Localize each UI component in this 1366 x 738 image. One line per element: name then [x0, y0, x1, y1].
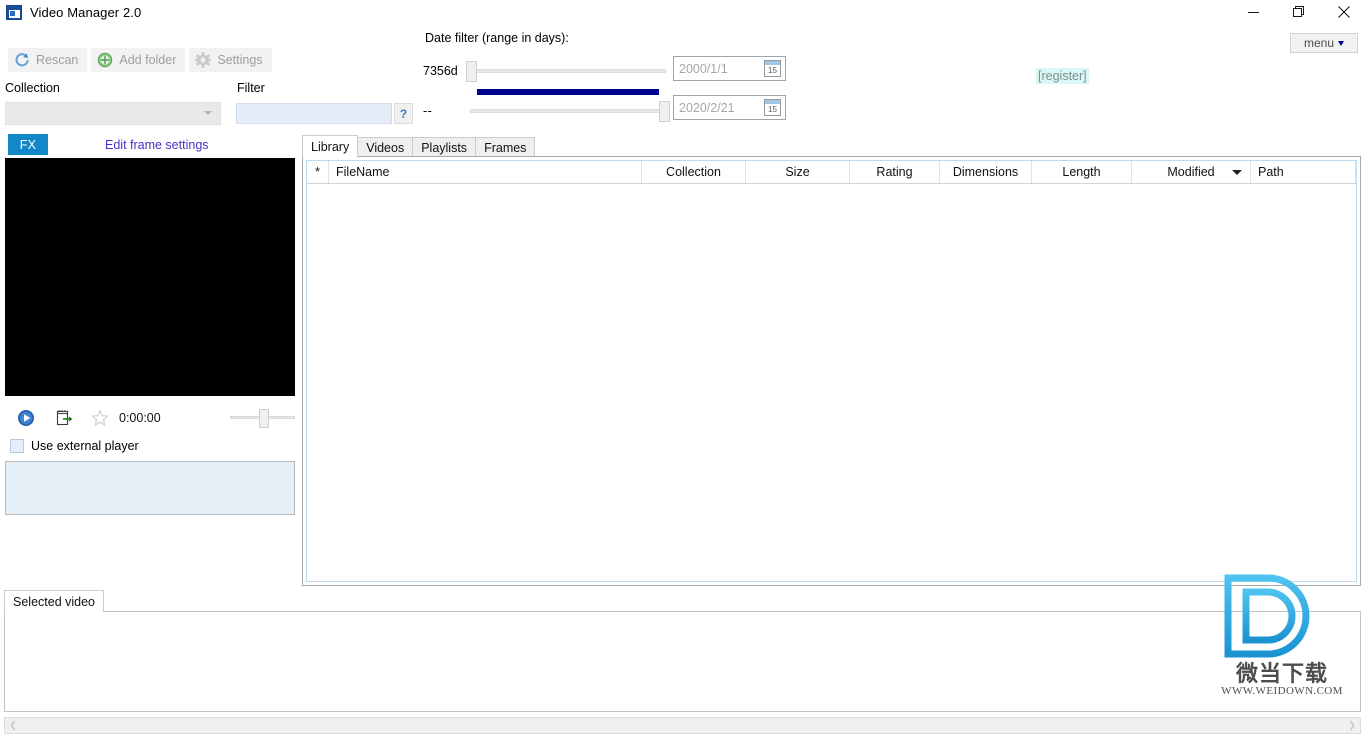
close-icon[interactable]: [1321, 0, 1366, 24]
date-to-slider-track[interactable]: [470, 109, 666, 113]
minimize-icon[interactable]: [1231, 0, 1276, 24]
rescan-button[interactable]: Rescan: [8, 48, 88, 72]
grid-column-header-collection[interactable]: Collection: [642, 161, 746, 183]
horizontal-scrollbar[interactable]: ❮ ❯: [4, 717, 1361, 734]
date-to-picker[interactable]: 2020/2/21 15: [673, 95, 786, 120]
volume-slider-thumb[interactable]: [259, 409, 269, 428]
refresh-icon: [15, 53, 29, 67]
grid-column-label: Length: [1062, 165, 1101, 179]
grid-column-label: Size: [785, 165, 810, 179]
date-to-slider-thumb[interactable]: [659, 101, 670, 122]
calendar-icon[interactable]: 15: [764, 99, 781, 116]
grid-column-header-modified[interactable]: Modified: [1132, 161, 1251, 183]
edit-frame-settings-link[interactable]: Edit frame settings: [105, 138, 209, 152]
grid-body[interactable]: [307, 184, 1356, 581]
rescan-label: Rescan: [36, 53, 79, 67]
chevron-down-icon: [1338, 40, 1345, 46]
grid-column-label: Collection: [666, 165, 721, 179]
grid-column-label: FileName: [336, 165, 390, 179]
grid-column-label: Dimensions: [952, 165, 1019, 179]
grid-column-header-size[interactable]: Size: [746, 161, 850, 183]
filter-label: Filter: [237, 81, 265, 95]
grid-column-label: Modified: [1167, 165, 1215, 179]
video-info-panel: [5, 461, 295, 515]
date-from-value: 2000/1/1: [679, 61, 728, 76]
chevron-left-icon[interactable]: ❮: [5, 721, 21, 730]
date-filter-title: Date filter (range in days):: [425, 31, 569, 45]
export-icon[interactable]: [55, 409, 73, 427]
menu-label: menu: [1303, 36, 1335, 50]
filter-help-button[interactable]: ?: [394, 103, 413, 124]
calendar-icon[interactable]: 15: [764, 60, 781, 77]
selected-video-panel: [4, 611, 1361, 712]
date-from-slider-thumb[interactable]: [466, 61, 477, 82]
calendar-day: 15: [768, 66, 777, 75]
tab-selected-video-label: Selected video: [13, 594, 96, 609]
tab-playlists[interactable]: Playlists: [412, 137, 477, 157]
collection-select[interactable]: [5, 102, 221, 125]
sort-descending-icon: [1232, 169, 1242, 175]
title-bar: Video Manager 2.0: [0, 0, 1366, 24]
date-range-bar: [477, 89, 659, 95]
playback-time: 0:00:00: [119, 411, 161, 425]
filter-input[interactable]: [236, 103, 392, 124]
chevron-down-icon: [204, 111, 212, 115]
register-link[interactable]: [register]: [1036, 68, 1089, 84]
grid-column-header-rating[interactable]: Rating: [850, 161, 940, 183]
date-from-slider-track[interactable]: [470, 69, 666, 73]
maximize-icon[interactable]: [1276, 0, 1321, 24]
tab-frames[interactable]: Frames: [475, 137, 536, 157]
add-folder-label: Add folder: [119, 53, 177, 67]
grid-column-header-filename[interactable]: FileName: [329, 161, 642, 183]
date-from-picker[interactable]: 2000/1/1 15: [673, 56, 786, 81]
video-preview[interactable]: [5, 158, 295, 396]
settings-label: Settings: [217, 53, 263, 67]
use-external-player-row[interactable]: Use external player: [10, 439, 139, 453]
window-controls: [1231, 0, 1366, 24]
panel-separator: [299, 131, 300, 586]
app-title: Video Manager 2.0: [30, 4, 142, 20]
calendar-day: 15: [768, 105, 777, 114]
app-icon: [6, 4, 22, 20]
add-folder-button[interactable]: Add folder: [91, 48, 186, 72]
star-rating-icon[interactable]: [91, 409, 109, 427]
fx-button[interactable]: FX: [8, 134, 48, 155]
date-range-days: 7356d: [423, 64, 458, 78]
tab-frames-label: Frames: [484, 140, 527, 155]
settings-button[interactable]: Settings: [189, 48, 272, 72]
grid-column-header-dimensions[interactable]: Dimensions: [940, 161, 1032, 183]
grid-column-header--[interactable]: *: [307, 161, 329, 183]
main-tabstrip: Library Videos Playlists Frames: [302, 135, 536, 157]
gear-icon: [195, 52, 212, 68]
tab-videos-label: Videos: [366, 140, 405, 155]
grid-column-header-length[interactable]: Length: [1032, 161, 1132, 183]
tab-selected-video[interactable]: Selected video: [4, 590, 105, 612]
bottom-tabstrip: Selected video: [4, 590, 105, 612]
grid-column-header-path[interactable]: Path: [1251, 161, 1356, 183]
date-range-separator: --: [423, 104, 433, 118]
date-to-value: 2020/2/21: [679, 100, 735, 115]
chevron-right-icon[interactable]: ❯: [1344, 721, 1360, 730]
tab-library[interactable]: Library: [302, 135, 359, 157]
tab-library-label: Library: [311, 139, 350, 154]
plus-circle-icon: [98, 52, 113, 68]
grid-header-row: * FileName Collection Size Rating Dimensions L…: [307, 161, 1356, 184]
grid-column-label: Rating: [876, 165, 913, 179]
menu-button[interactable]: menu: [1290, 33, 1358, 53]
tab-playlists-label: Playlists: [421, 140, 468, 155]
collection-label: Collection: [5, 81, 60, 95]
tab-panel: * FileName Collection Size Rating Dimensions L…: [302, 156, 1361, 586]
use-external-player-checkbox[interactable]: [10, 439, 24, 453]
library-grid[interactable]: * FileName Collection Size Rating Dimensions L…: [306, 160, 1357, 582]
main-toolbar: Rescan Add folder Settings: [8, 48, 272, 72]
player-controls: 0:00:00: [5, 405, 295, 433]
play-icon[interactable]: [17, 409, 35, 427]
tab-videos[interactable]: Videos: [357, 137, 414, 157]
use-external-player-label: Use external player: [31, 439, 139, 453]
grid-column-label: *: [315, 165, 320, 179]
grid-column-label: Path: [1258, 165, 1284, 179]
